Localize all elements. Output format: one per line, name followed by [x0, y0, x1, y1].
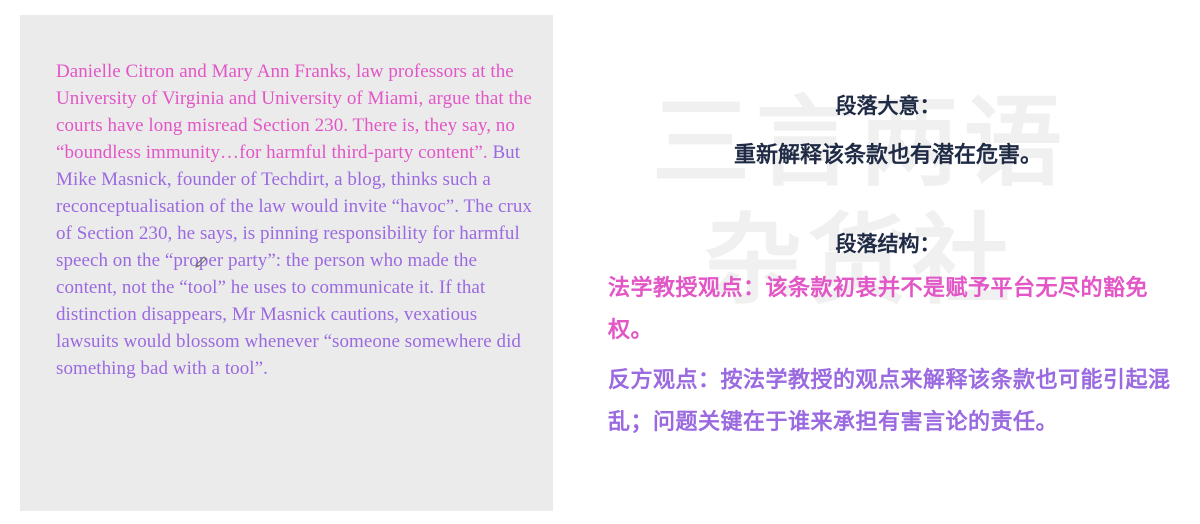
main-idea-text: 重新解释该条款也有潜在危害。 [733, 142, 1042, 168]
structure-opposing-view: 反方观点：按法学教授的观点来解释该条款也可能引起混乱；问题关键在于谁来承担有害言… [608, 367, 1171, 435]
passage-text: Danielle Citron and Mary Ann Franks, law… [56, 58, 536, 382]
passage-panel: Danielle Citron and Mary Ann Franks, law… [20, 15, 553, 511]
passage-pink-segment: Danielle Citron and Mary Ann Franks, law… [56, 61, 532, 163]
main-idea-heading: 段落大意： [835, 93, 941, 118]
pen-cursor-icon [195, 256, 207, 268]
passage-purple-segment: But Mike Masnick, founder of Techdirt, a… [56, 142, 532, 379]
structure-professors-view: 法学教授观点：该条款初衷并不是赋予平台无尽的豁免权。 [608, 275, 1149, 343]
structure-heading: 段落结构： [835, 231, 941, 256]
analysis-section: 段落大意： 重新解释该条款也有潜在危害。 段落结构： 法学教授观点：该条款初衷并… [600, 0, 1200, 524]
